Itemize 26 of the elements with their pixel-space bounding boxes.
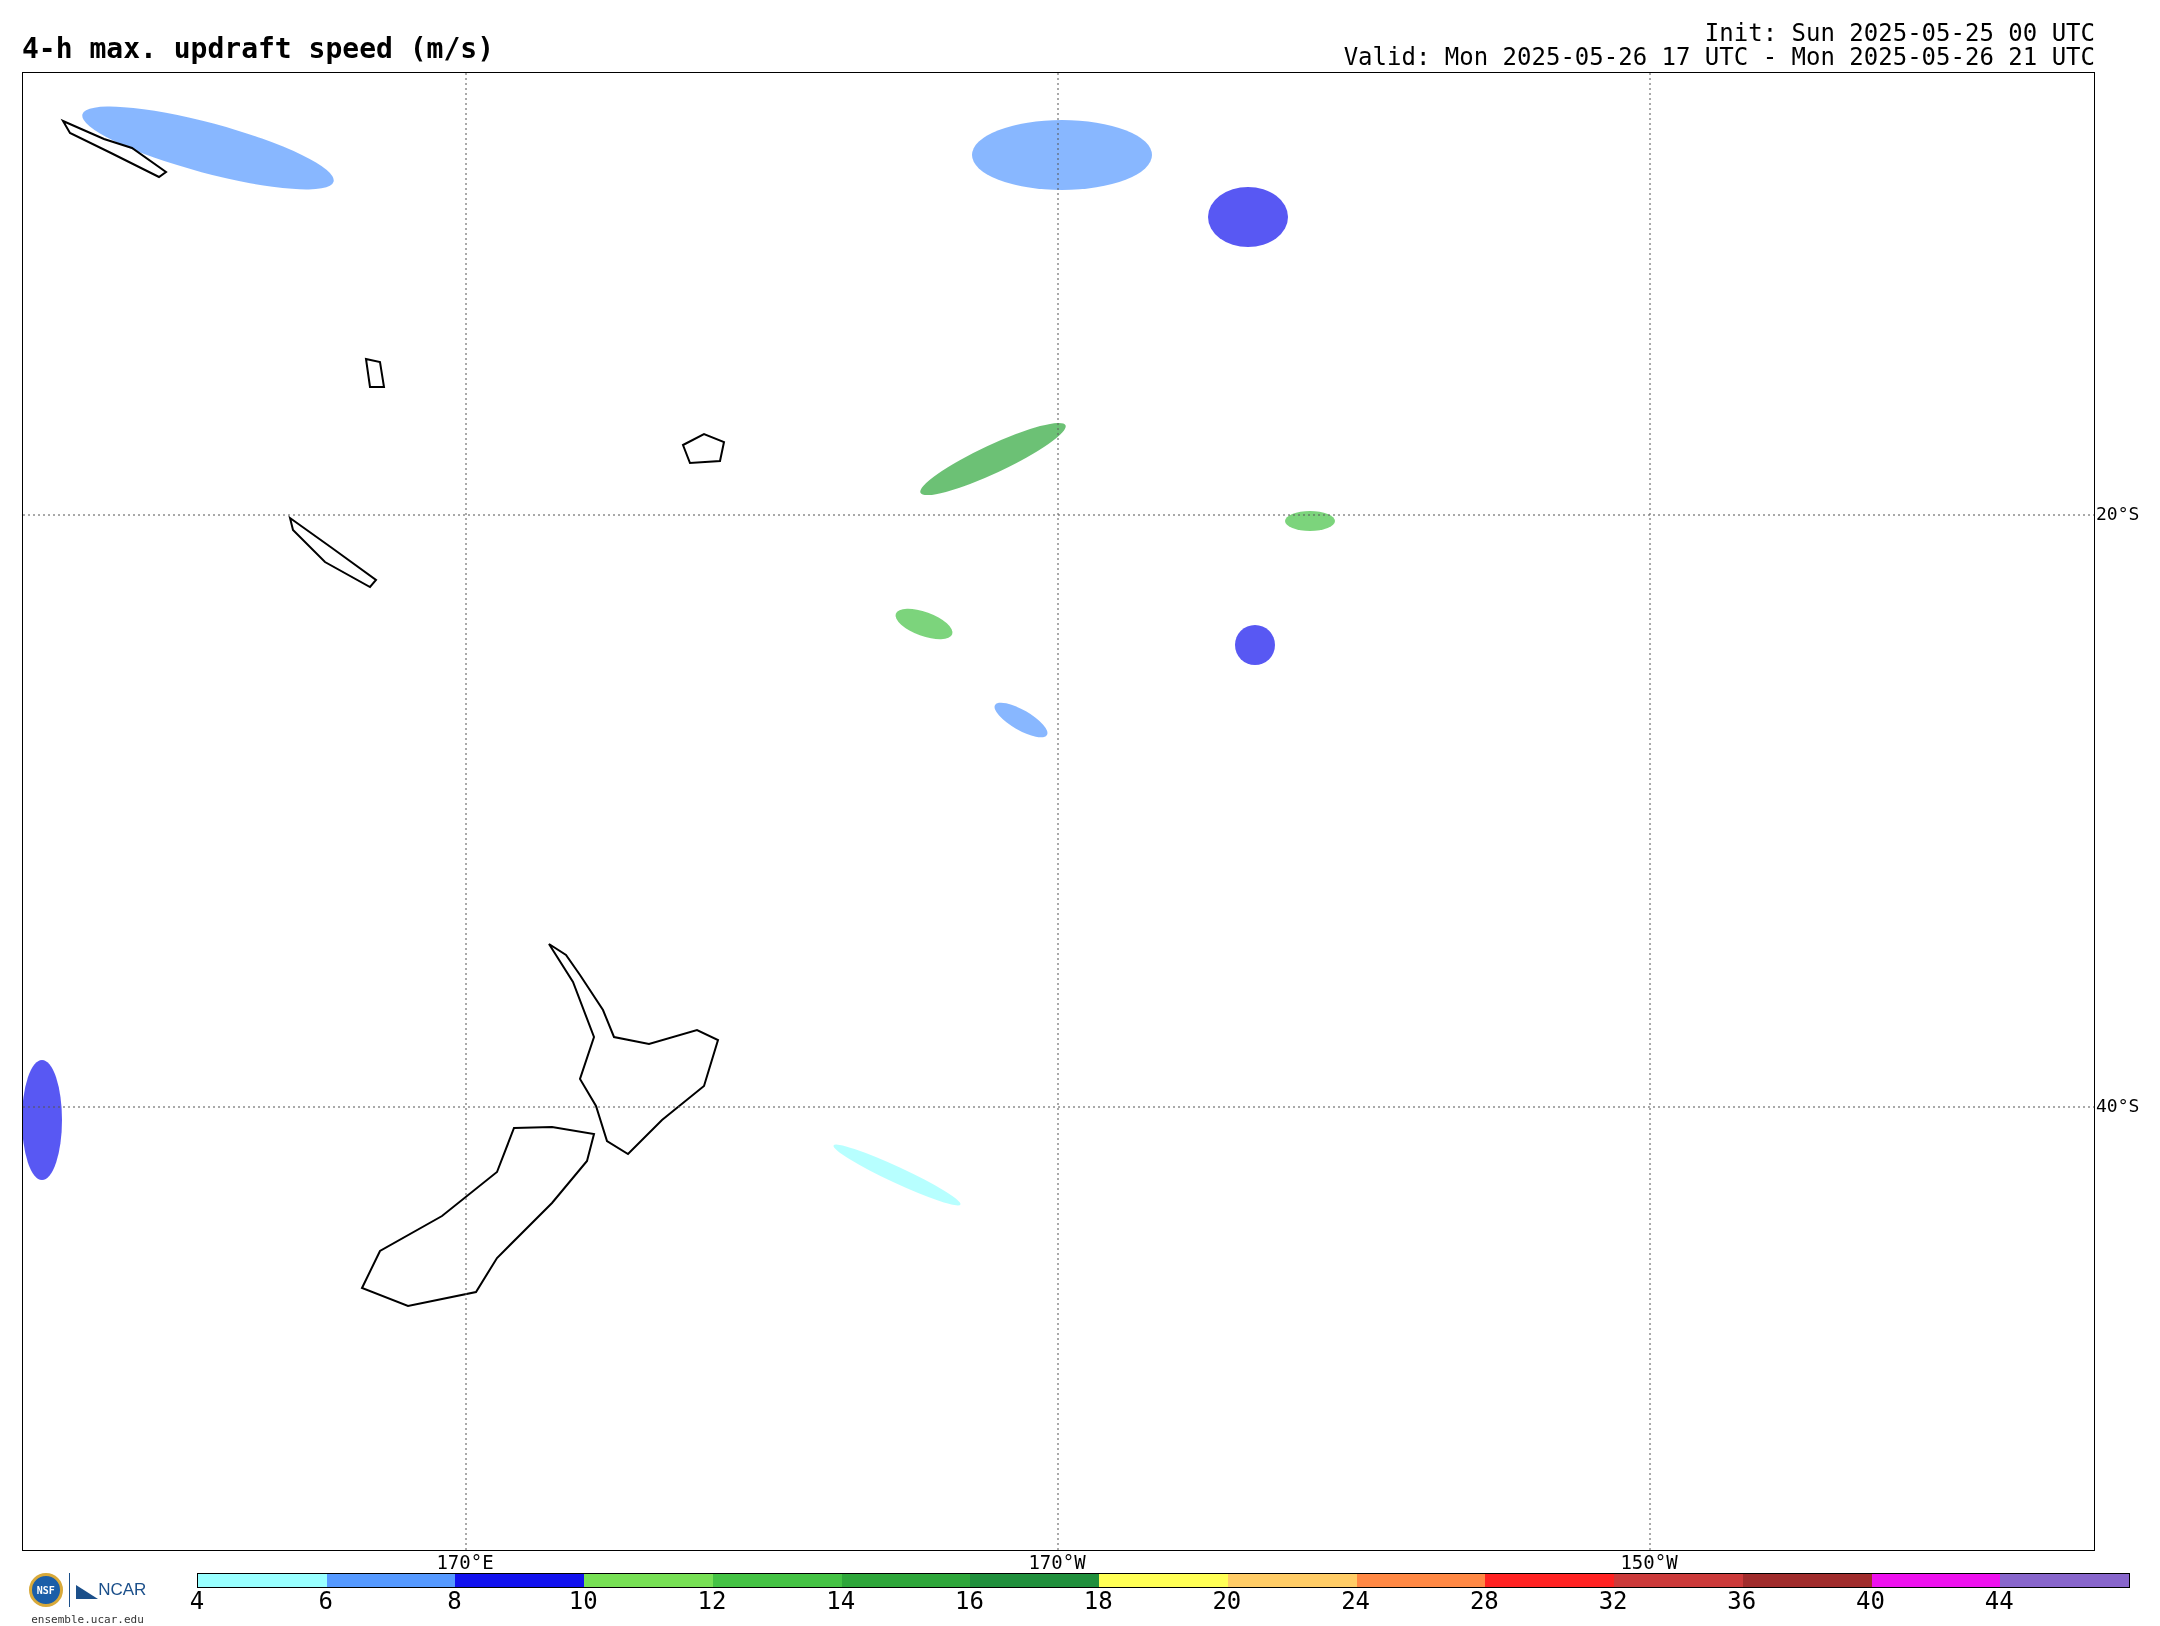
chart-title: 4-h max. updraft speed (m/s) bbox=[22, 33, 494, 65]
latitude-label: 40°S bbox=[2096, 1097, 2140, 1115]
colorbar-tick: 44 bbox=[1983, 1588, 2015, 1614]
colorbar-tick: 28 bbox=[1468, 1588, 1500, 1614]
longitude-label: 170°E bbox=[436, 1553, 494, 1572]
colorbar-tick: 40 bbox=[1855, 1588, 1886, 1614]
init-time: Init: Sun 2025-05-25 00 UTC bbox=[1704, 21, 2095, 45]
colorbar-tick: 32 bbox=[1597, 1588, 1629, 1614]
colorbar-tick: 20 bbox=[1211, 1588, 1243, 1614]
colorbar-tick: 6 bbox=[317, 1588, 334, 1614]
site-url: ensemble.ucar.edu bbox=[31, 1613, 144, 1626]
latitude-label: 20°S bbox=[2096, 505, 2140, 523]
longitude-label: 170°W bbox=[1028, 1553, 1086, 1572]
valid-time: Valid: Mon 2025-05-26 17 UTC - Mon 2025-05-26 21 UTC bbox=[1343, 45, 2095, 69]
colorbar-tick: 10 bbox=[567, 1588, 599, 1614]
colorbar-tick: 4 bbox=[188, 1588, 206, 1614]
ncar-logo: NCAR bbox=[76, 1580, 147, 1600]
colorbar-tick: 24 bbox=[1340, 1588, 1372, 1614]
colorbar-tick: 18 bbox=[1082, 1588, 1114, 1614]
colorbar-tick: 14 bbox=[825, 1588, 857, 1614]
colorbar-tick: 12 bbox=[696, 1588, 728, 1614]
longitude-label: 150°W bbox=[1620, 1553, 1678, 1572]
colorbar-tick: 36 bbox=[1726, 1588, 1758, 1614]
nsf-logo: NSF bbox=[28, 1573, 63, 1607]
colorbar-tick: 16 bbox=[953, 1588, 985, 1614]
colorbar-tick: 8 bbox=[446, 1588, 463, 1614]
